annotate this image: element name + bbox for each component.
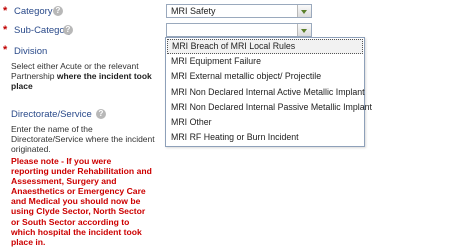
subcategory-select[interactable] xyxy=(166,23,312,37)
category-select[interactable]: MRI Safety xyxy=(166,4,312,18)
subcategory-option[interactable]: MRI Equipment Failure xyxy=(166,54,364,69)
chevron-down-icon[interactable] xyxy=(297,5,311,17)
subcategory-options-list[interactable]: MRI Breach of MRI Local Rules MRI Equipm… xyxy=(165,37,372,147)
division-label: Division xyxy=(14,46,48,57)
subcategory-option[interactable]: MRI RF Heating or Burn Incident xyxy=(166,130,364,145)
subcategory-help-icon[interactable]: ? xyxy=(63,25,73,35)
division-hint: Select either Acute or the relevant Part… xyxy=(11,61,152,91)
subcategory-option[interactable]: MRI Breach of MRI Local Rules xyxy=(167,39,363,55)
category-required-marker: * xyxy=(3,5,8,17)
division-change-warning: Please note - If you were reporting unde… xyxy=(11,156,152,247)
chevron-down-icon[interactable] xyxy=(297,24,311,36)
directorate-help-icon[interactable]: ? xyxy=(96,109,106,119)
subcategory-option[interactable]: MRI Other xyxy=(166,115,364,130)
subcategory-required-marker: * xyxy=(3,24,8,36)
division-required-marker: * xyxy=(3,44,8,56)
directorate-label: Directorate/Service xyxy=(11,109,92,120)
subcategory-option[interactable]: MRI External metallic object/ Projectile xyxy=(166,69,364,84)
category-select-value: MRI Safety xyxy=(171,6,216,16)
subcategory-option[interactable]: MRI Non Declared Internal Active Metalli… xyxy=(166,85,365,100)
category-label: Category xyxy=(14,6,53,17)
category-help-icon[interactable]: ? xyxy=(53,6,63,16)
subcategory-option[interactable]: MRI Non Declared Internal Passive Metall… xyxy=(166,100,372,115)
directorate-hint: Enter the name of the Directorate/Servic… xyxy=(11,124,155,154)
